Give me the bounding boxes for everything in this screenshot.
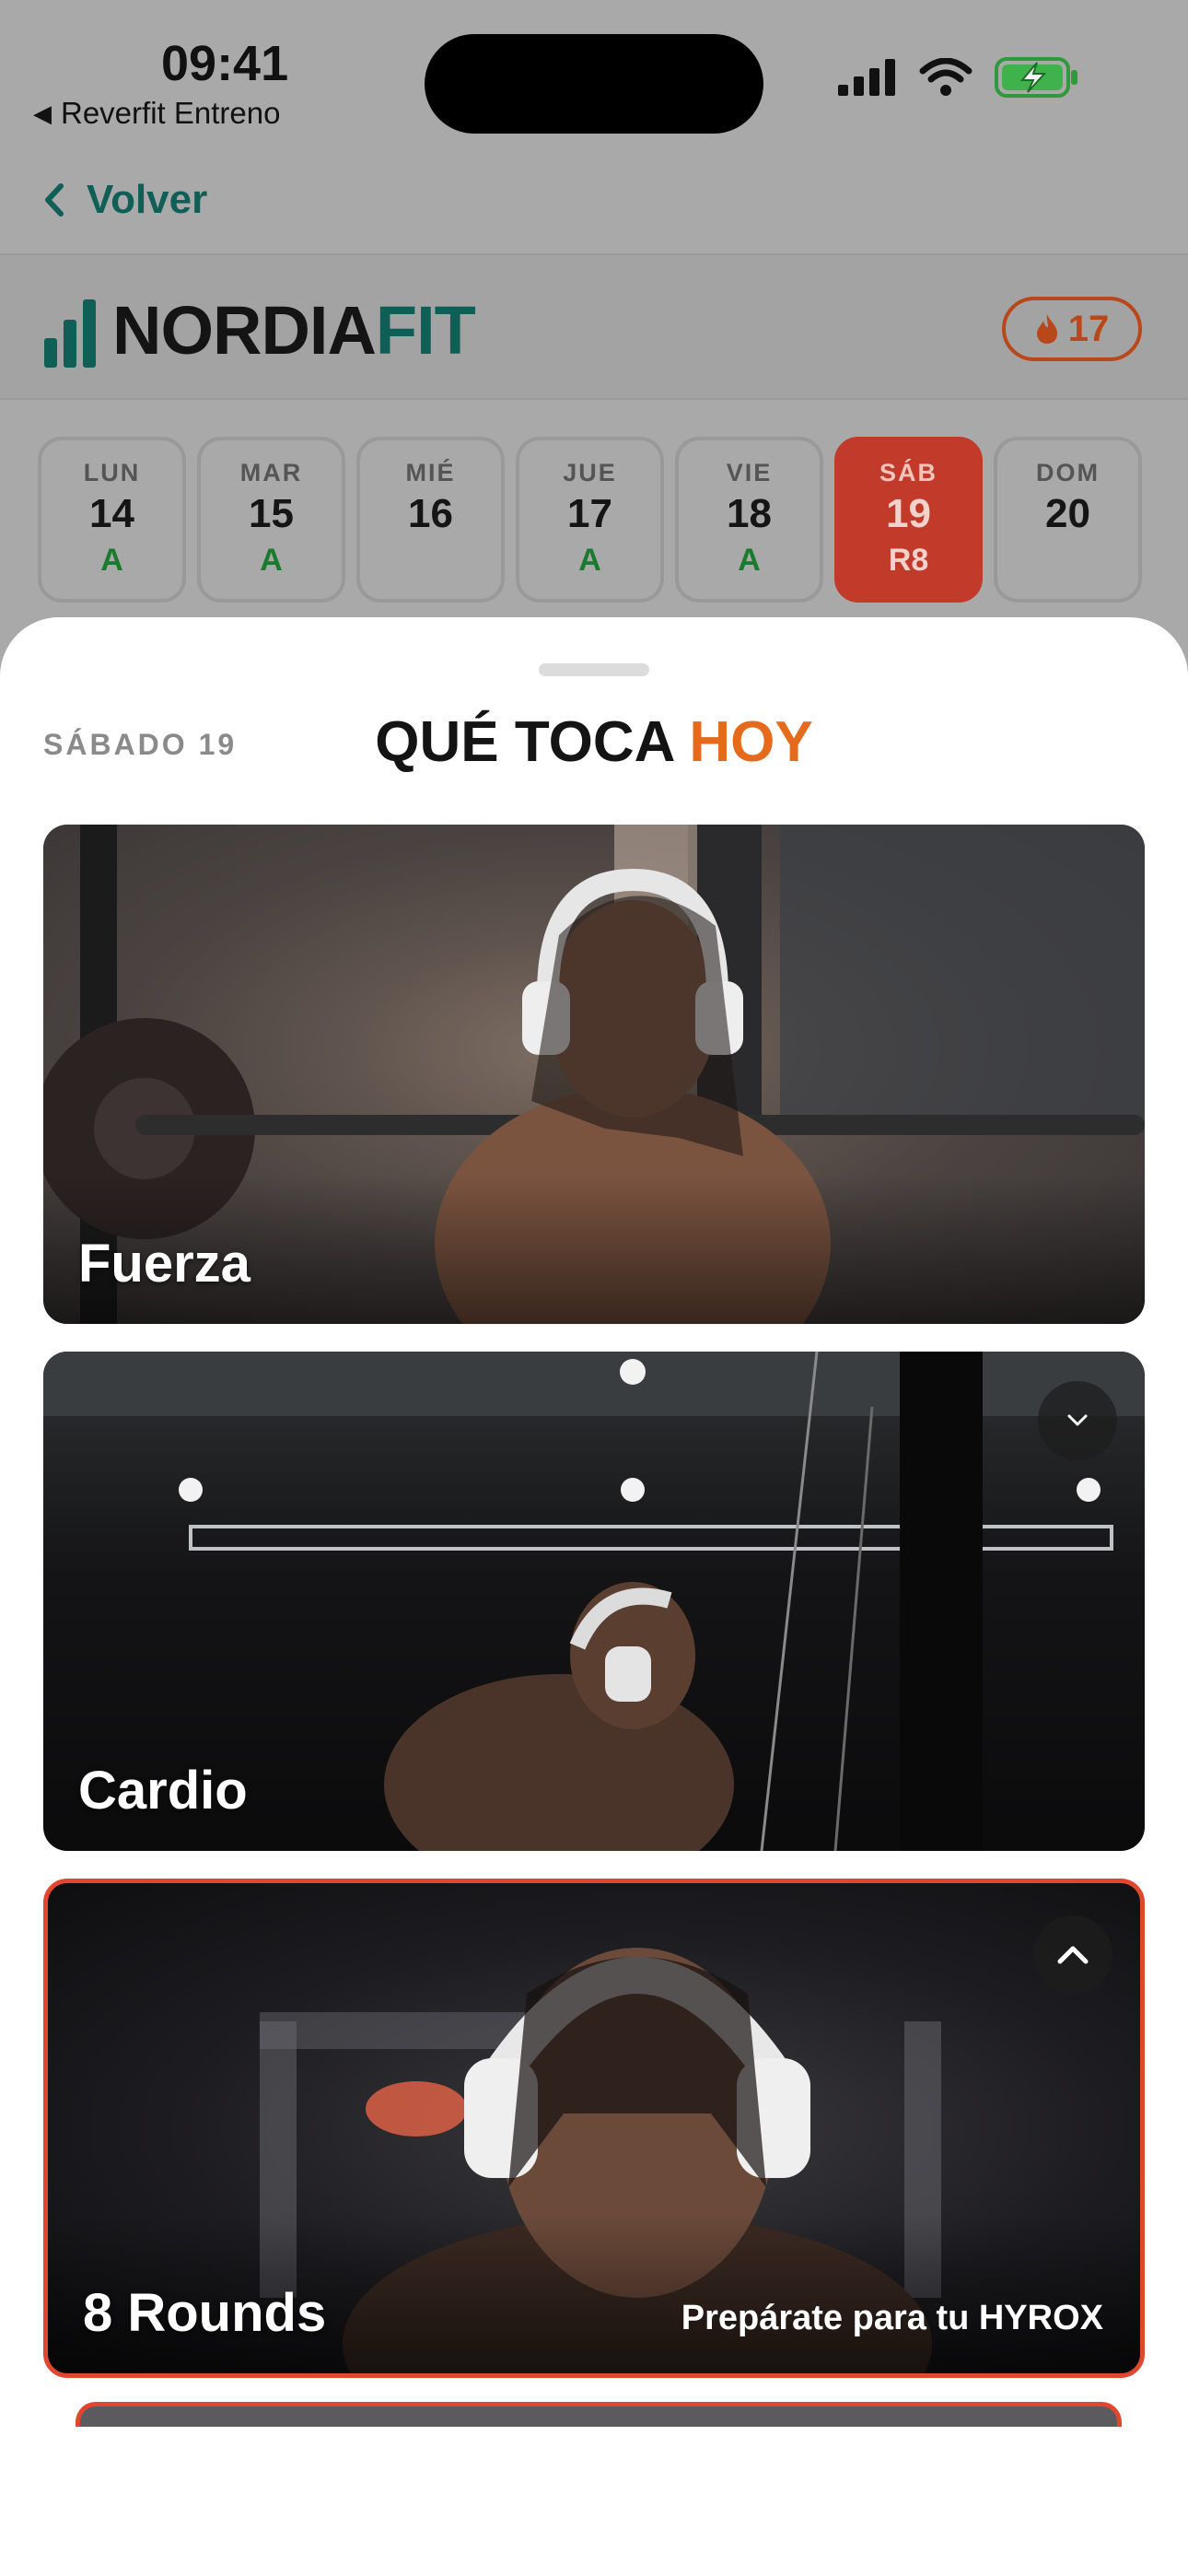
- card-label: Fuerza: [78, 1234, 250, 1294]
- expand-card-button[interactable]: [1038, 1381, 1117, 1460]
- day-friday[interactable]: VIE 18 A: [675, 437, 823, 603]
- sheet-title-part2: HOY: [689, 710, 813, 774]
- day-status: R8: [888, 543, 929, 578]
- week-selector: LUN 14 A MAR 15 A MIÉ 16 JUE 17 A VIE 18…: [38, 437, 1142, 603]
- brand-name-part2: FIT: [375, 292, 476, 369]
- day-name: JUE: [563, 459, 617, 486]
- day-name: LUN: [83, 459, 141, 486]
- day-status: A: [260, 543, 283, 578]
- workout-card-fuerza[interactable]: Fuerza: [43, 825, 1145, 1324]
- workout-sheet: SÁBADO 19 QUÉ TOCA HOY Fuerza Cardio 8 R…: [0, 617, 1188, 2576]
- back-app-label: Reverfit Entreno: [61, 96, 281, 130]
- chevron-left-icon: [45, 183, 64, 217]
- day-name: MIÉ: [405, 459, 456, 486]
- status-time: 09:41: [161, 36, 289, 91]
- bar-chart-logo-icon: [44, 299, 96, 368]
- day-monday[interactable]: LUN 14 A: [38, 437, 186, 603]
- collapse-card-button[interactable]: [1033, 1915, 1112, 1995]
- app-header: NORDIAFIT 17: [0, 253, 1188, 400]
- day-thursday[interactable]: JUE 17 A: [516, 437, 664, 603]
- day-date: 15: [249, 491, 294, 536]
- day-date: 16: [408, 491, 453, 536]
- day-saturday-selected[interactable]: SÁB 19 R8: [834, 437, 983, 603]
- sheet-title: QUÉ TOCA HOY: [0, 709, 1188, 775]
- dynamic-island: [425, 34, 763, 134]
- day-status: A: [738, 543, 761, 578]
- day-date: 20: [1045, 491, 1090, 536]
- day-name: VIE: [726, 459, 773, 486]
- card-subtitle: Prepárate para tu HYROX: [681, 2299, 1103, 2337]
- brand-name: NORDIAFIT: [112, 297, 476, 365]
- streak-badge[interactable]: 17: [1002, 297, 1142, 361]
- back-button[interactable]: Volver: [42, 177, 207, 223]
- chevron-up-icon: [1057, 1946, 1089, 1964]
- workout-card-8-rounds[interactable]: 8 Rounds Prepárate para tu HYROX: [43, 1879, 1145, 2378]
- day-name: SÁB: [879, 459, 938, 486]
- sheet-grabber[interactable]: [539, 663, 649, 676]
- day-date: 19: [886, 491, 931, 536]
- workout-card-partial[interactable]: [76, 2402, 1122, 2427]
- back-triangle-icon: ◀: [33, 99, 52, 127]
- day-date: 18: [727, 491, 772, 536]
- day-name: MAR: [239, 459, 303, 486]
- workout-card-cardio[interactable]: Cardio: [43, 1352, 1145, 1851]
- day-name: DOM: [1036, 459, 1100, 486]
- card-label: Cardio: [78, 1761, 248, 1821]
- flame-icon: [1036, 314, 1057, 344]
- back-label: Volver: [87, 177, 208, 222]
- cellular-signal-icon: [838, 59, 895, 96]
- day-status: A: [100, 543, 123, 578]
- status-icons: [838, 57, 1079, 98]
- day-status: A: [578, 543, 601, 578]
- streak-count: 17: [1067, 308, 1110, 349]
- sheet-title-part1: QUÉ TOCA: [375, 710, 674, 774]
- day-date: 17: [567, 491, 612, 536]
- brand-name-part1: NORDIA: [112, 292, 377, 369]
- day-sunday[interactable]: DOM 20: [994, 437, 1142, 603]
- wifi-icon: [919, 58, 973, 96]
- status-bar: 09:41 ◀ Reverfit Entreno: [0, 0, 1188, 157]
- chevron-down-icon: [1067, 1414, 1088, 1426]
- brand-logo: NORDIAFIT: [44, 294, 476, 368]
- day-tuesday[interactable]: MAR 15 A: [197, 437, 345, 603]
- day-date: 14: [89, 491, 134, 536]
- battery-charging-icon: [995, 57, 1077, 98]
- day-wednesday[interactable]: MIÉ 16: [356, 437, 505, 603]
- back-to-app-link[interactable]: ◀ Reverfit Entreno: [33, 96, 280, 131]
- card-label: 8 Rounds: [83, 2283, 327, 2343]
